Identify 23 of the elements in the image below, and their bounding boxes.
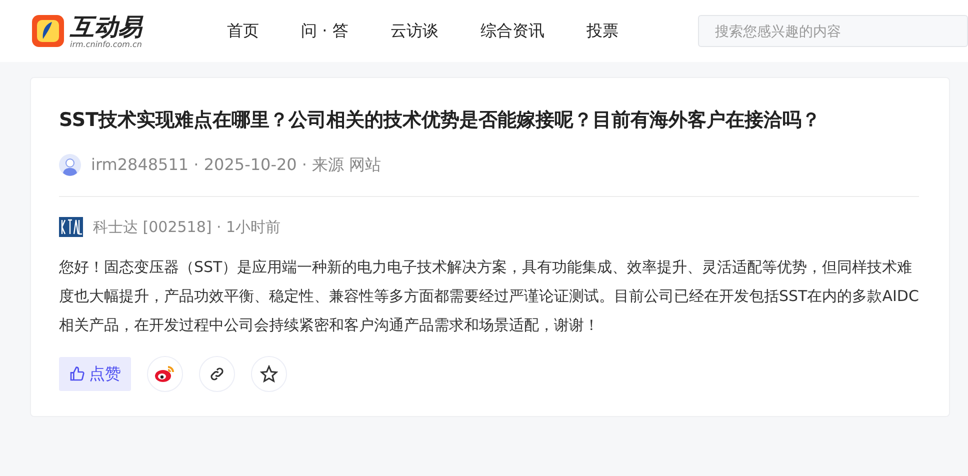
nav-link[interactable]: 云访谈: [390, 20, 438, 42]
nav-link[interactable]: 问 · 答: [301, 20, 348, 42]
star-icon: [260, 365, 278, 383]
search-field[interactable]: 搜索您感兴趣的内容: [698, 15, 968, 47]
answer-text: 您好！固态变压器（SST）是应用端一种新的电力电子技术解决方案，具有功能集成、效率提升、灵活适配等优势，但同样技术难度也大幅提升，产品功效平衡、稳定性、兼容性等多方面都需要经过严谨论证测试。目前公司已经在开发包括SST在内的多款AIDC相关产品，在开发过程中公司会持续紧密和客户沟通产品需求和场景适配，谢谢！: [59, 257, 919, 336]
company-logo-icon: [59, 217, 83, 237]
answer-meta: 科士达 [002518] · 1小时前: [93, 218, 281, 236]
like-button[interactable]: 点赞: [59, 357, 131, 391]
link-icon: [209, 366, 225, 382]
nav-link[interactable]: 综合资讯: [480, 20, 544, 42]
nav-link[interactable]: 投票: [586, 20, 618, 42]
link-button[interactable]: [199, 356, 235, 392]
question-title: SST技术实现难点在哪里？公司相关的技术优势是否能嫁接呢？目前有海外客户在接洽吗？: [59, 108, 822, 133]
logo-subtitle: irm.cninfo.com.cn: [70, 40, 142, 48]
nav-link[interactable]: 首页: [227, 20, 259, 42]
favorite-button[interactable]: [251, 356, 287, 392]
thumbs-up-icon: [69, 366, 85, 382]
avatar-icon: [59, 154, 81, 176]
weibo-icon: [154, 364, 176, 384]
weibo-button[interactable]: [147, 356, 183, 392]
question-meta: irm2848511 · 2025-10-20 · 来源 网站: [91, 154, 382, 176]
logo-title: 互动易: [70, 14, 142, 40]
logo-icon: [32, 15, 64, 47]
